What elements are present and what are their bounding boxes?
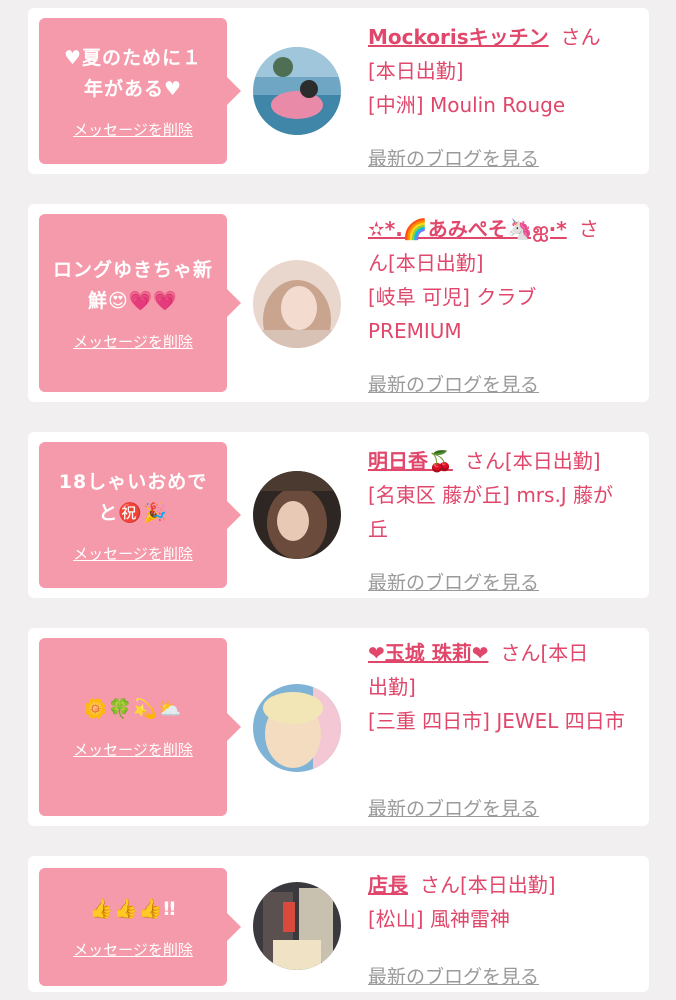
user-name-link[interactable]: 店長: [368, 873, 408, 897]
shop-text: [三重 四日市] JEWEL 四日市: [368, 709, 625, 733]
honorific: さん[本日: [500, 641, 589, 665]
message-card: 🌼🍀💫⛅ メッセージを削除 ❤玉城 珠莉❤ さん[本日 出勤] [三重 四日市] …: [28, 628, 649, 826]
shop-text: [松山] 風神雷神: [368, 907, 510, 931]
user-name-link[interactable]: Mockorisキッチン: [368, 25, 549, 49]
message-list: ♥夏のために１年がある♥ メッセージを削除 Mockorisキッチン さん [本日…: [0, 0, 676, 1000]
honorific: さん[本日出勤]: [420, 873, 556, 897]
shop-text: [名東区 藤が丘] mrs.J 藤が丘: [368, 483, 614, 541]
message-card: ロングゆきちゃ新鮮😍💗💗 メッセージを削除 ✫*.🌈あみぺそ🦄ஐ·* さ ん[本日…: [28, 204, 649, 402]
blog-link[interactable]: 最新のブログを見る: [368, 144, 539, 171]
message-card: ♥夏のために１年がある♥ メッセージを削除 Mockorisキッチン さん [本日…: [28, 8, 649, 174]
message-text: 18しゃいおめでと㊗️🎉: [58, 470, 208, 524]
message-bubble: ♥夏のために１年がある♥ メッセージを削除: [39, 18, 241, 164]
message-text: ♥夏のために１年がある♥: [63, 46, 203, 100]
blog-link[interactable]: 最新のブログを見る: [368, 370, 539, 397]
avatar[interactable]: [253, 882, 341, 970]
delete-message-link[interactable]: メッセージを削除: [73, 739, 193, 760]
blog-link[interactable]: 最新のブログを見る: [368, 794, 539, 821]
message-text: 👍👍👍‼: [89, 898, 177, 920]
message-bubble: 🌼🍀💫⛅ メッセージを削除: [39, 638, 241, 816]
delete-message-link[interactable]: メッセージを削除: [73, 119, 193, 140]
status-text: ん[本日出勤]: [368, 251, 484, 275]
delete-message-link[interactable]: メッセージを削除: [73, 939, 193, 960]
message-bubble: 👍👍👍‼ メッセージを削除: [39, 868, 241, 986]
blog-link[interactable]: 最新のブログを見る: [368, 568, 539, 595]
shop-text: [中洲] Moulin Rouge: [368, 93, 566, 117]
delete-message-link[interactable]: メッセージを削除: [73, 543, 193, 564]
shop-text: [岐阜 可児] クラブPREMIUM: [368, 285, 537, 343]
avatar[interactable]: [253, 260, 341, 348]
honorific: さん: [560, 25, 601, 49]
user-name-link[interactable]: ✫*.🌈あみぺそ🦄ஐ·*: [368, 217, 567, 241]
honorific: さん[本日出勤]: [464, 449, 601, 473]
avatar[interactable]: [253, 471, 341, 559]
blog-link[interactable]: 最新のブログを見る: [368, 962, 539, 989]
message-card: 18しゃいおめでと㊗️🎉 メッセージを削除 明日香🍒 さん[本日出勤] [名東区 …: [28, 432, 649, 598]
avatar[interactable]: [253, 47, 341, 135]
delete-message-link[interactable]: メッセージを削除: [73, 331, 193, 352]
message-bubble: 18しゃいおめでと㊗️🎉 メッセージを削除: [39, 442, 241, 588]
message-card: 👍👍👍‼ メッセージを削除 店長 さん[本日出勤] [松山] 風神雷神 最新のブロ…: [28, 856, 649, 992]
status-text: 出勤]: [368, 675, 416, 699]
message-bubble: ロングゆきちゃ新鮮😍💗💗 メッセージを削除: [39, 214, 241, 392]
message-text: ロングゆきちゃ新鮮😍💗💗: [52, 258, 213, 312]
user-name-link[interactable]: 明日香🍒: [368, 449, 453, 473]
honorific: さ: [578, 217, 599, 241]
status-text: [本日出勤]: [368, 59, 464, 83]
avatar[interactable]: [253, 684, 341, 772]
user-name-link[interactable]: ❤玉城 珠莉❤: [368, 641, 488, 665]
message-text: 🌼🍀💫⛅: [83, 698, 183, 720]
